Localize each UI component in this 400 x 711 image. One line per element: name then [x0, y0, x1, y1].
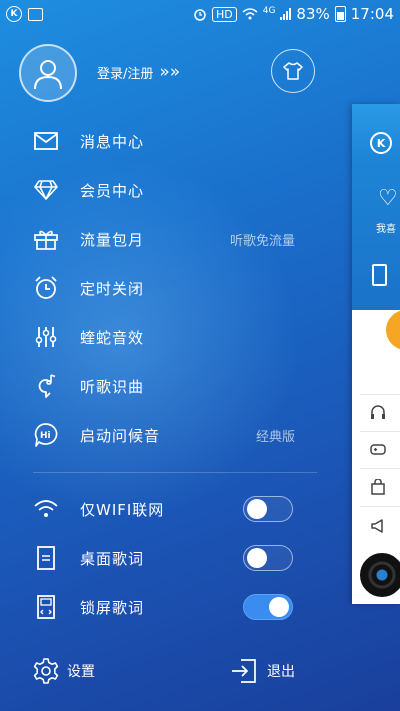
menu-label: 蝰蛇音效 — [80, 328, 145, 347]
greeting-hi-icon: Hi — [33, 422, 59, 448]
phone-icon — [372, 264, 387, 286]
toggle-knob — [269, 597, 289, 617]
toggle-knob — [247, 548, 267, 568]
menu-label: 听歌识曲 — [80, 377, 145, 396]
menu-item-desktop-lyrics: 桌面歌词 — [33, 542, 293, 574]
menu-item-messages[interactable]: 消息中心 — [33, 125, 295, 157]
status-bar: K HD 4G 83% 17:04 — [0, 0, 400, 28]
login-register-label: 登录/注册 — [97, 66, 154, 82]
settings-label: 设置 — [67, 664, 95, 680]
preview-divider — [360, 468, 400, 469]
settings-button[interactable]: 设置 — [33, 658, 95, 684]
menu-sub-label: 经典版 — [255, 429, 295, 445]
equalizer-icon — [33, 324, 59, 350]
gift-icon — [33, 226, 59, 252]
image-notification-icon — [28, 7, 43, 21]
menu-item-sleep-timer[interactable]: 定时关闭 — [33, 272, 295, 304]
music-recognition-icon — [33, 373, 59, 399]
gamepad-icon — [370, 444, 386, 455]
megaphone-icon — [371, 519, 383, 533]
kugou-logo-icon: K — [370, 132, 392, 154]
menu-item-startup-greeting[interactable]: Hi 启动问候音 经典版 — [33, 419, 295, 451]
menu-item-data-plan[interactable]: 流量包月 听歌免流量 — [33, 223, 295, 255]
side-drawer-screen: K HD 4G 83% 17:04 登录/注册 »» 消息中心 会员中心 流量包… — [0, 0, 400, 711]
orange-circle-icon — [386, 310, 400, 350]
user-icon — [34, 60, 62, 90]
lockscreen-lyrics-icon — [33, 594, 59, 620]
kugou-notification-icon: K — [6, 6, 22, 22]
menu-sub-label: 听歌免流量 — [229, 233, 295, 249]
heart-icon: ♡ — [378, 186, 398, 211]
lockscreen-lyrics-toggle[interactable] — [243, 594, 293, 620]
gear-icon — [33, 658, 59, 684]
favorites-label: 我喜 — [376, 224, 396, 235]
alarm-status-icon — [194, 9, 206, 21]
shopping-bag-icon — [371, 479, 385, 495]
desktop-lyrics-icon — [33, 545, 59, 571]
avatar[interactable] — [19, 44, 77, 102]
wifi-icon — [33, 496, 59, 522]
menu-item-sound-effects[interactable]: 蝰蛇音效 — [33, 321, 295, 353]
tshirt-icon — [283, 62, 303, 80]
menu-label: 定时关闭 — [80, 279, 145, 298]
bottom-bar: 设置 退出 — [0, 652, 350, 692]
section-divider — [33, 472, 317, 473]
main-page-preview[interactable]: K ♡ 我喜 — [352, 104, 400, 604]
battery-percent: 83% — [296, 5, 330, 23]
signal-icon — [280, 8, 292, 20]
hd-badge: HD — [211, 6, 237, 22]
vinyl-record-play-icon[interactable] — [358, 551, 400, 599]
menu-item-wifi-only: 仅WIFI联网 — [33, 493, 293, 525]
diamond-icon — [33, 177, 59, 203]
double-chevron-right-icon: »» — [159, 62, 181, 82]
svg-text:Hi: Hi — [40, 431, 51, 441]
desktop-lyrics-toggle[interactable] — [243, 545, 293, 571]
network-type: 4G — [262, 6, 276, 16]
logout-button[interactable]: 退出 — [231, 658, 295, 684]
menu-label: 消息中心 — [80, 132, 145, 151]
toggle-knob — [247, 499, 267, 519]
menu-label: 流量包月 — [80, 230, 145, 249]
wifi-only-toggle[interactable] — [243, 496, 293, 522]
menu-item-song-recognition[interactable]: 听歌识曲 — [33, 370, 295, 402]
login-register-link[interactable]: 登录/注册 »» — [97, 62, 180, 82]
mail-icon — [33, 128, 59, 154]
menu-label: 启动问候音 — [80, 426, 161, 445]
preview-divider — [360, 506, 400, 507]
menu-item-vip[interactable]: 会员中心 — [33, 174, 295, 206]
status-time: 17:04 — [350, 5, 394, 23]
menu-item-lockscreen-lyrics: 锁屏歌词 — [33, 591, 293, 623]
menu-label: 仅WIFI联网 — [80, 500, 165, 519]
headphones-icon — [371, 405, 385, 419]
alarm-clock-icon — [33, 275, 59, 301]
preview-divider — [360, 394, 400, 395]
preview-header: K — [352, 104, 400, 160]
menu-label: 会员中心 — [80, 181, 145, 200]
battery-icon — [334, 6, 346, 22]
menu-label: 锁屏歌词 — [80, 598, 145, 617]
exit-icon — [232, 659, 256, 683]
preview-banner: ♡ 我喜 — [352, 160, 400, 310]
menu-label: 桌面歌词 — [80, 549, 145, 568]
wifi-status-icon — [242, 8, 258, 20]
preview-divider — [360, 431, 400, 432]
skin-theme-button[interactable] — [271, 49, 315, 93]
logout-label: 退出 — [267, 664, 295, 680]
